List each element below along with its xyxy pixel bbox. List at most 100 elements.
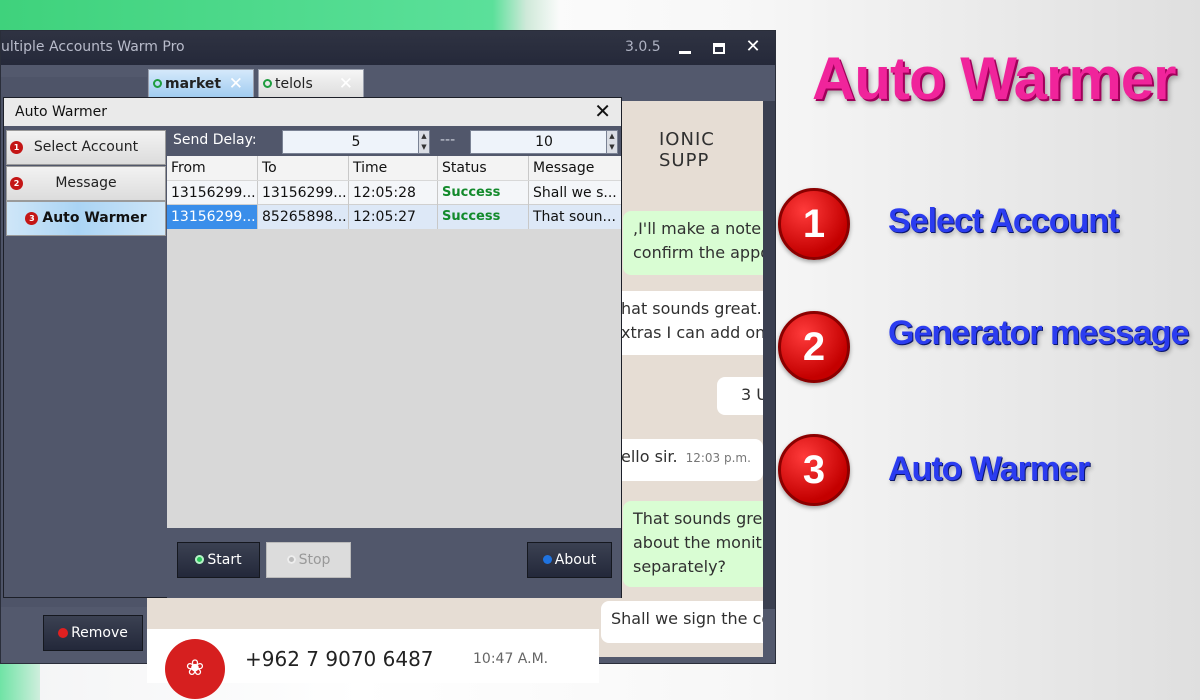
contact-time: 10:47 A.M. [473,651,549,667]
app-title: ultiple Accounts Warm Pro [1,39,185,55]
contact-avatar: ❀ [165,639,225,699]
chat-bubble: ,I'll make a note confirm the appo [623,211,763,275]
table-row[interactable]: 13156299... 85265898... 12:05:27 Success… [167,205,621,229]
send-delay-min-input[interactable]: 5 ▲ ▼ [282,130,430,154]
chat-bubble: ello sir. 12:03 p.m. [611,439,763,481]
nav-label: Message [55,175,117,191]
send-delay-label: Send Delay: [173,132,257,148]
contact-list-item[interactable]: ❀ +962 7 9070 6487 10:47 A.M. [147,629,599,699]
chat-bubble: hat sounds great. xtras I can add on [611,291,763,355]
step-label-generator-message: Generator message [888,314,1189,352]
bubble-text: Shall we sign the co [611,609,763,628]
dialog-titlebar: Auto Warmer ✕ [4,98,621,126]
chat-bubble: Shall we sign the co [601,601,763,643]
step-number-icon: 2 [10,177,23,190]
background-green-shape-bottom [0,664,40,700]
bubble-text: about the monit [633,533,762,552]
dialog-close-button[interactable]: ✕ [594,99,611,123]
bubble-text: ello sir. [621,447,678,466]
column-header-message[interactable]: Message [529,156,621,180]
about-button[interactable]: About [527,542,612,578]
table-header: From To Time Status Message [167,156,621,180]
remove-button[interactable]: Remove [43,615,143,651]
nav-auto-warmer[interactable]: 3 Auto Warmer [6,201,166,236]
tab-market[interactable]: market ✕ [148,69,254,99]
cell-from: 13156299... [167,205,258,229]
tab-label: telols [275,76,313,92]
remove-label: Remove [71,625,128,641]
spinner-arrows-icon[interactable]: ▲ ▼ [418,131,429,153]
remove-icon [58,628,69,638]
bubble-text: confirm the appo [633,243,763,262]
app-titlebar: ultiple Accounts Warm Pro 3.0.5 ✕ [1,31,775,65]
chat-bubble: 3 U [717,377,763,415]
send-delay-min-value: 5 [351,134,361,150]
bubble-text: hat sounds great. [621,299,762,318]
step-label-auto-warmer: Auto Warmer [888,450,1090,488]
cell-message: Shall we s... [533,185,617,201]
message-log-table: From To Time Status Message 13156299... … [167,156,621,528]
promo-title: Auto Warmer [812,45,1176,112]
start-icon [195,555,205,564]
tab-close-icon[interactable]: ✕ [339,70,353,98]
auto-warmer-panel: Send Delay: 5 ▲ ▼ --- 10 ▲ ▼ From To Time … [167,126,621,598]
stop-label: Stop [298,552,331,568]
bubble-time: 12:03 p.m. [685,451,751,465]
cell-to: 13156299... [258,181,349,205]
chat-contact-name: IONIC SUPP [659,129,715,171]
bubble-text: separately? [633,557,727,576]
cell-status: Success [438,181,529,205]
about-label: About [554,552,597,568]
minimize-button[interactable] [673,33,697,61]
column-header-status[interactable]: Status [438,156,529,180]
nav-label: Select Account [33,139,139,155]
stop-icon [286,555,296,564]
bubble-text: xtras I can add on [621,323,763,342]
status-dot-icon [153,79,162,88]
maximize-button[interactable] [707,33,731,61]
spinner-arrows-icon[interactable]: ▲ ▼ [606,131,617,153]
step-label-select-account: Select Account [888,202,1119,240]
chat-bubble: That sounds gre about the monit separate… [623,501,763,587]
step-badge-2: 2 [778,311,850,383]
info-icon [542,555,552,564]
column-header-from[interactable]: From [167,156,258,180]
delay-separator: --- [440,132,456,148]
chat-scrollbar[interactable] [763,101,775,609]
send-delay-max-input[interactable]: 10 ▲ ▼ [470,130,618,154]
close-window-button[interactable]: ✕ [741,33,765,61]
send-delay-max-value: 10 [535,134,553,150]
column-header-time[interactable]: Time [349,156,438,180]
step-badge-3: 3 [778,434,850,506]
app-version: 3.0.5 [625,39,661,55]
bubble-text: ,I'll make a note [633,219,762,238]
step-number-icon: 3 [25,212,39,225]
step-number-icon: 1 [10,141,23,154]
tab-close-icon[interactable]: ✕ [229,70,243,98]
start-label: Start [207,552,242,568]
cell-status: Success [438,205,529,229]
auto-warmer-dialog: Auto Warmer ✕ 1 Select Account 2 Message… [3,97,622,598]
cell-to: 85265898... [258,205,349,229]
cell-from: 13156299... [167,181,258,205]
step-badge-1: 1 [778,188,850,260]
cell-time: 12:05:27 [349,205,438,229]
nav-message[interactable]: 2 Message [6,166,166,201]
background-green-shape [0,0,560,30]
contact-number: +962 7 9070 6487 [245,647,434,671]
cell-message: That soun... [533,209,616,225]
tab-telols[interactable]: telols ✕ [258,69,364,99]
control-button-bar: Start Stop About [167,528,621,598]
dialog-title: Auto Warmer [15,104,107,120]
status-dot-icon [263,79,272,88]
cell-time: 12:05:28 [349,181,438,205]
column-header-to[interactable]: To [258,156,349,180]
start-button[interactable]: Start [177,542,260,578]
bubble-text: That sounds gre [633,509,763,528]
table-row[interactable]: 13156299... 13156299... 12:05:28 Success… [167,181,621,205]
bubble-text: 3 U [741,385,763,404]
stop-button[interactable]: Stop [266,542,351,578]
nav-select-account[interactable]: 1 Select Account [6,130,166,165]
tab-label: market [165,76,222,92]
nav-label: Auto Warmer [42,210,147,226]
